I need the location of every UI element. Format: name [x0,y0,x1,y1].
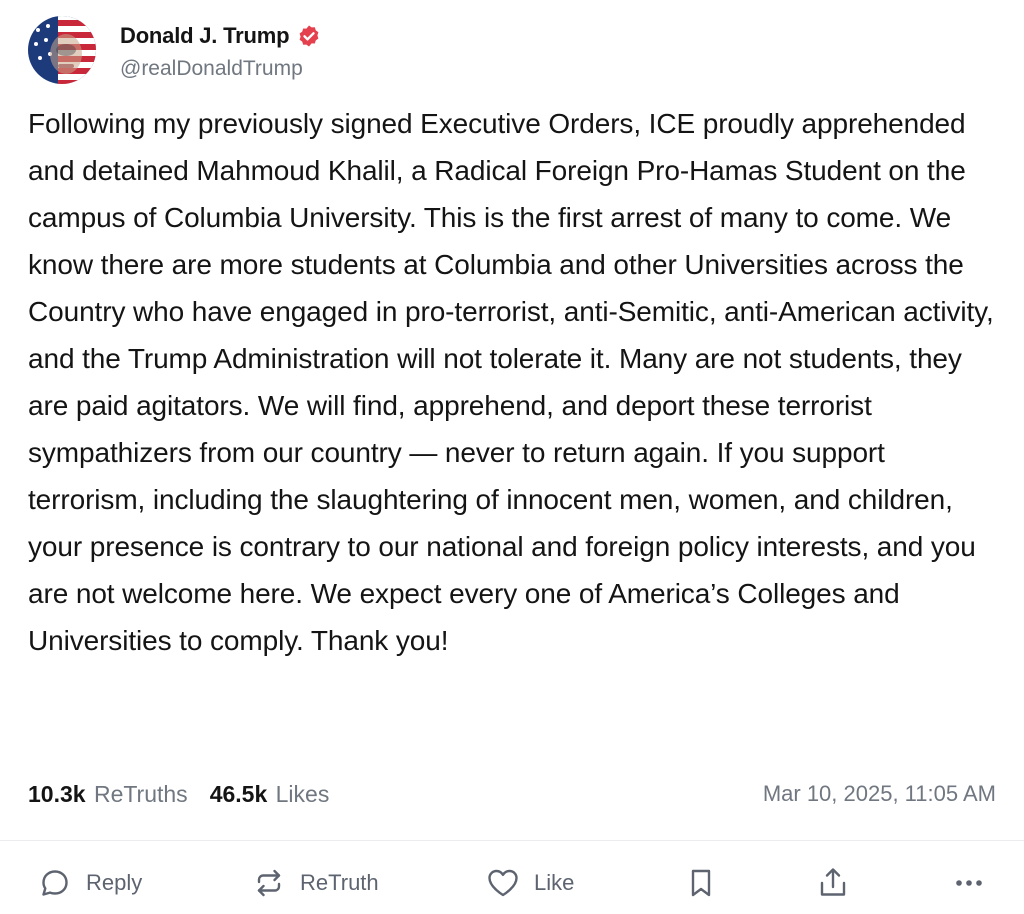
post-header: Donald J. Trump @realDonaldTrump [28,16,321,84]
post-card: Donald J. Trump @realDonaldTrump Followi… [0,0,1024,914]
name-row: Donald J. Trump [120,19,321,53]
reply-label: Reply [86,870,143,895]
likes-stat[interactable]: 46.5k Likes [210,781,330,808]
likes-label: Likes [275,780,330,807]
retruth-button[interactable]: ReTruth [252,858,379,908]
more-options-button[interactable] [952,858,986,908]
retruths-label: ReTruths [93,780,188,807]
author-name[interactable]: Donald J. Trump [120,23,290,49]
retruths-stat[interactable]: 10.3k ReTruths [28,781,188,808]
retruth-icon [252,866,286,900]
post-timestamp[interactable]: Mar 10, 2025, 11:05 AM [763,781,996,807]
reply-button[interactable]: Reply [38,858,142,908]
heart-icon [486,866,520,900]
post-text: Following my previously signed Executive… [28,108,994,656]
share-button[interactable] [816,858,850,908]
retruth-label: ReTruth [300,870,379,895]
bookmark-button[interactable] [684,858,718,908]
avatar[interactable] [28,16,96,84]
action-bar: Reply ReTruth Like [0,858,1024,908]
verified-badge-icon [297,24,321,48]
more-icon [952,866,986,900]
post-stats: 10.3k ReTruths 46.5k Likes Mar 10, 2025,… [28,774,996,814]
author-info: Donald J. Trump @realDonaldTrump [120,19,321,81]
divider [0,840,1024,841]
author-handle[interactable]: @realDonaldTrump [120,57,321,81]
reply-icon [38,866,72,900]
retruths-count: 10.3k [28,780,86,807]
like-button[interactable]: Like [486,858,574,908]
likes-count: 46.5k [209,780,268,807]
like-label: Like [534,870,575,895]
bookmark-icon [684,866,718,900]
share-icon [816,866,850,900]
